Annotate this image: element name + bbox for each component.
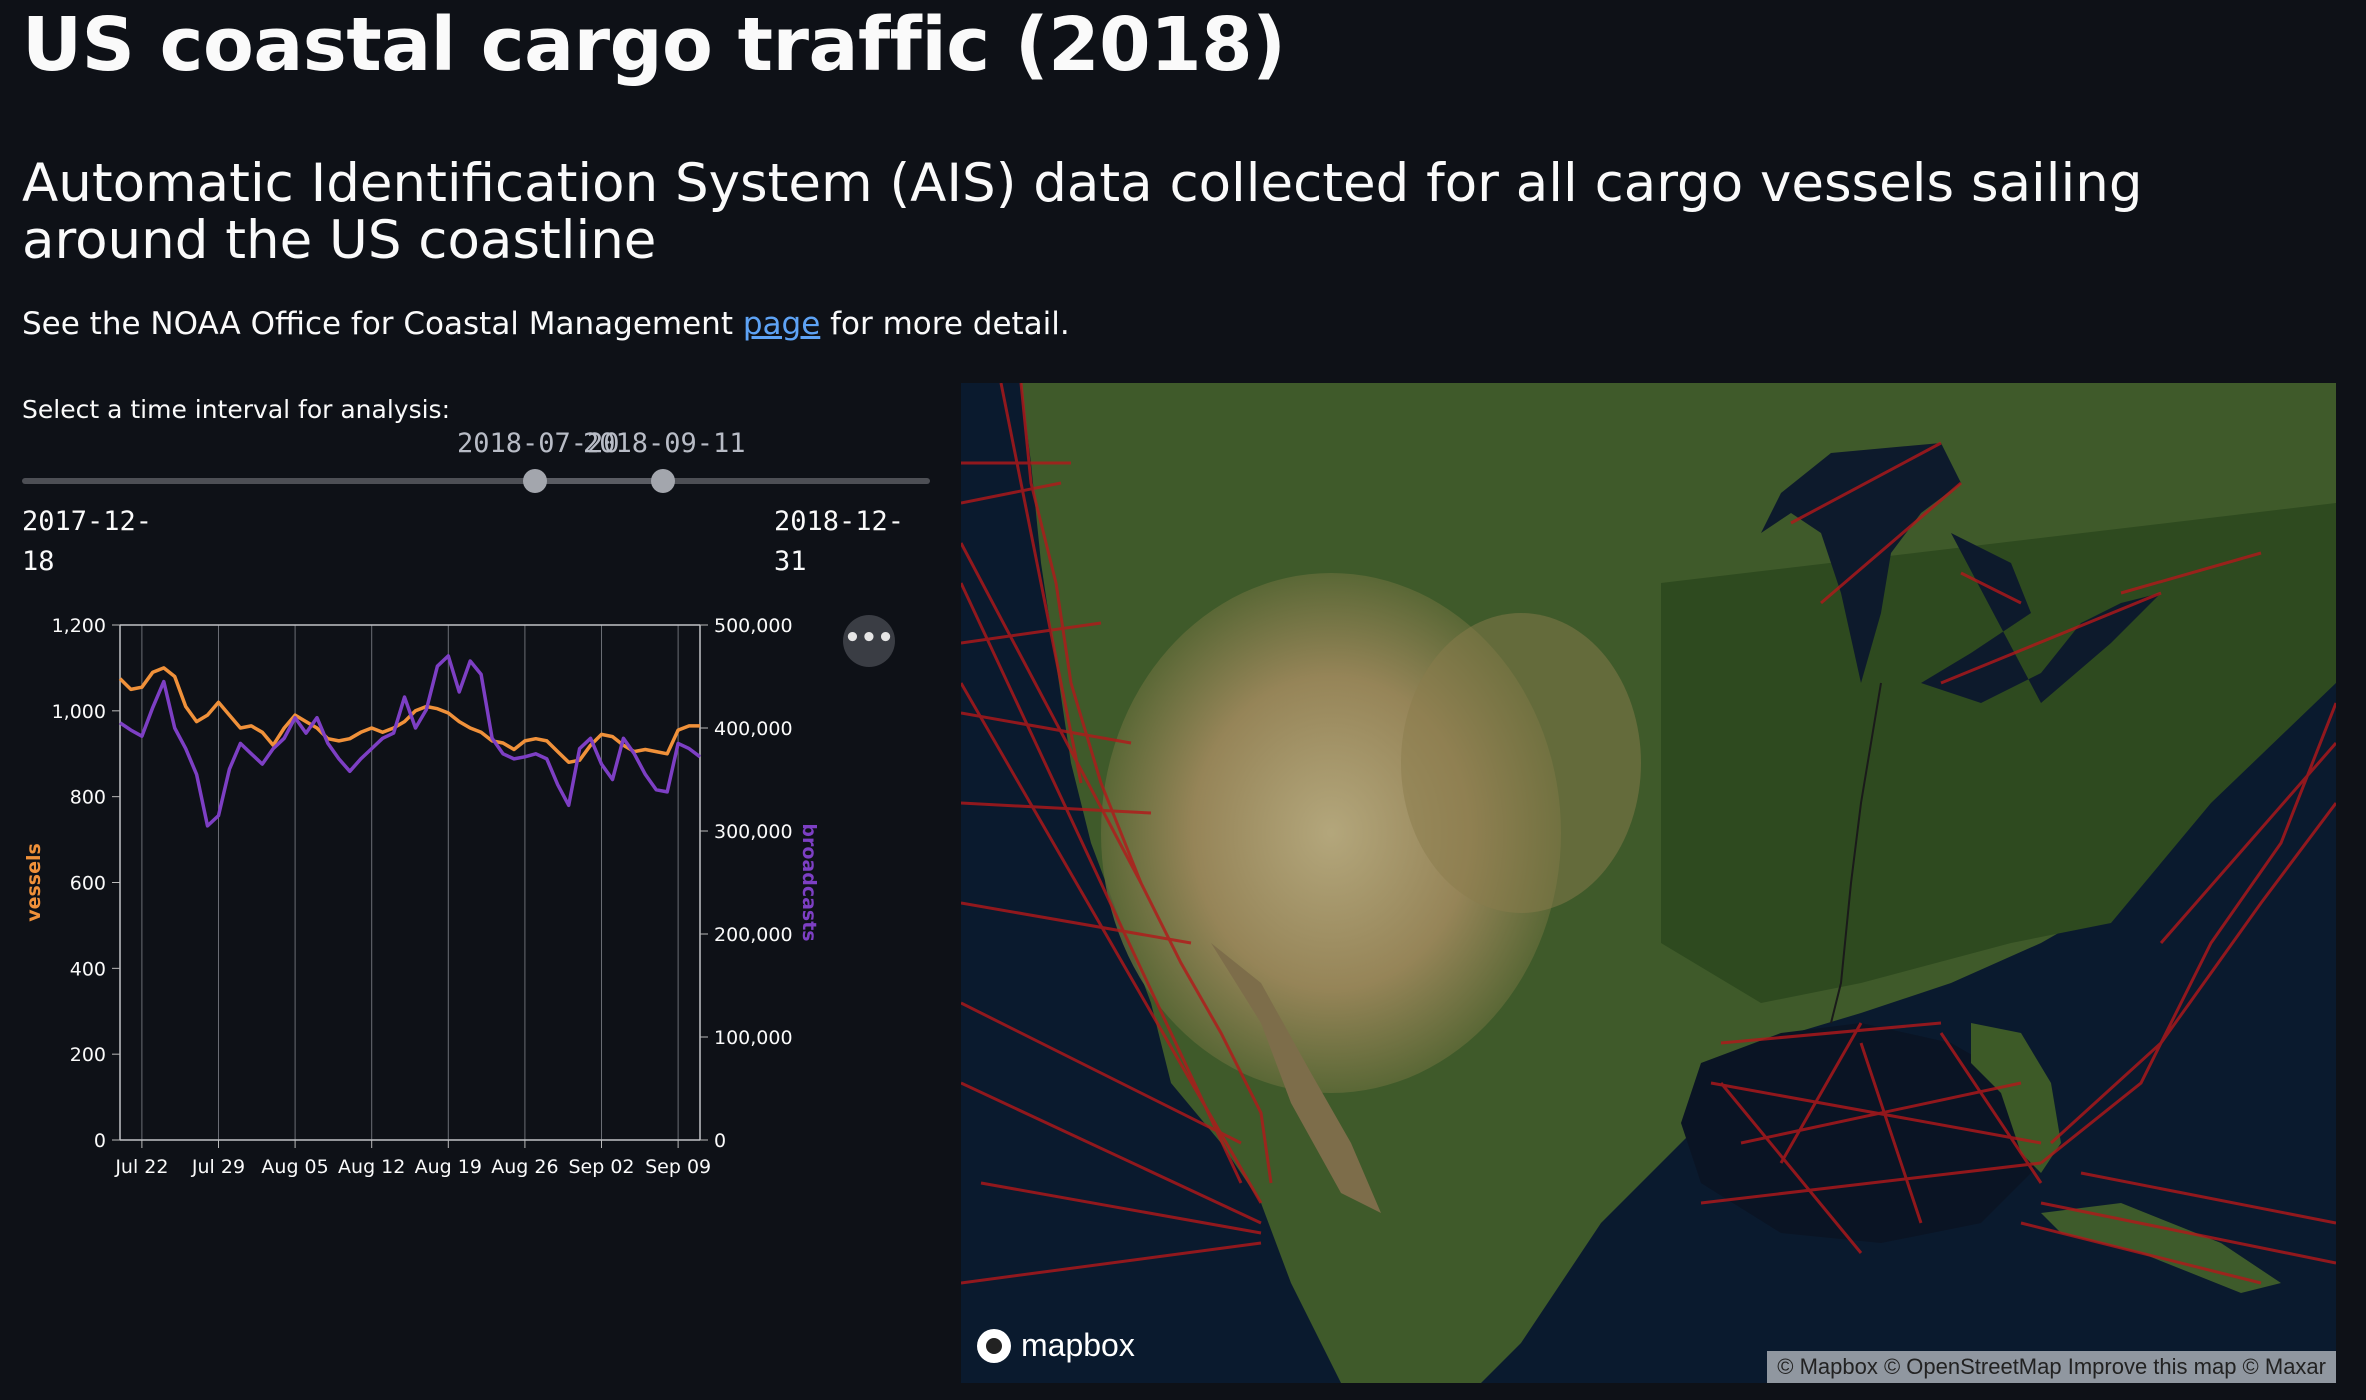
x-tick-label: Sep 02 [568,1156,634,1178]
slider-max-line2: 31 [774,546,807,577]
intro-text-after: for more detail. [820,306,1070,342]
y-left-tick-label: 1,000 [52,701,106,723]
y-left-tick-label: 1,200 [52,615,106,637]
series-line-broadcasts [119,654,702,828]
y-right-axis-title: broadcasts [798,823,820,941]
x-tick-label: Sep 09 [645,1156,711,1178]
slider-end-handle[interactable] [651,469,675,493]
dual-axis-chart: Jul 22 Jul 29 Aug 05 Aug 12 Aug 19 Aug 26 Sep … [0,600,940,1190]
page-subtitle: Automatic Identification System (AIS) da… [22,153,2143,271]
x-tick-label: Aug 12 [338,1156,405,1178]
chart-svg: Jul 22 Jul 29 Aug 05 Aug 12 Aug 19 Aug 26 Sep … [23,615,820,1178]
mapbox-logo-icon [977,1328,1011,1363]
page-title: US coastal cargo traffic (2018) [22,2,1286,88]
slider-min-line2: 18 [22,546,55,577]
noaa-page-link[interactable]: page [743,306,820,342]
y-left-tick-label: 0 [94,1130,106,1152]
y-left-axis-title: vessels [23,843,45,922]
slider-end-value: 2018-09-11 [583,428,746,459]
x-tick-label: Jul 22 [114,1156,168,1178]
y-right-tick-label: 400,000 [714,718,793,740]
intro-paragraph: See the NOAA Office for Coastal Manageme… [22,306,1070,342]
y-right-tick-label: 500,000 [714,615,793,637]
y-right-tick-label: 0 [714,1130,726,1152]
y-left-tick-label: 600 [70,873,106,895]
x-tick-label: Aug 05 [261,1156,328,1178]
slider-min-line1: 2017-12- [22,506,153,537]
slider-selected-range [535,478,663,484]
y-right-tick-label: 100,000 [714,1027,793,1049]
slider-min-label: 2017-12- 18 [22,502,152,582]
slider-label: Select a time interval for analysis: [22,395,450,424]
slider-start-handle[interactable] [523,469,547,493]
chart-menu-button[interactable]: ••• [843,615,895,667]
x-tick-label: Aug 26 [491,1156,558,1178]
map-view[interactable]: mapbox © Mapbox © OpenStreetMap Improve … [961,383,2336,1383]
satellite-map [961,383,2336,1383]
y-left-tick-label: 400 [70,958,106,980]
y-left-tick-label: 200 [70,1044,106,1066]
slider-track[interactable] [22,478,930,484]
y-left-tick-label: 800 [70,787,106,809]
slider-max-label: 2018-12- 31 [774,502,904,582]
map-attribution[interactable]: © Mapbox © OpenStreetMap Improve this ma… [1767,1351,2336,1383]
land-desert-plains [1401,613,1641,913]
mapbox-logo[interactable]: mapbox [977,1327,1135,1364]
y-right-tick-label: 300,000 [714,821,793,843]
x-tick-label: Aug 19 [415,1156,482,1178]
slider-max-line1: 2018-12- [774,506,905,537]
intro-text-before: See the NOAA Office for Coastal Manageme… [22,306,743,342]
x-tick-label: Jul 29 [191,1156,245,1178]
y-right-tick-label: 200,000 [714,924,793,946]
mapbox-logo-text: mapbox [1021,1327,1135,1363]
